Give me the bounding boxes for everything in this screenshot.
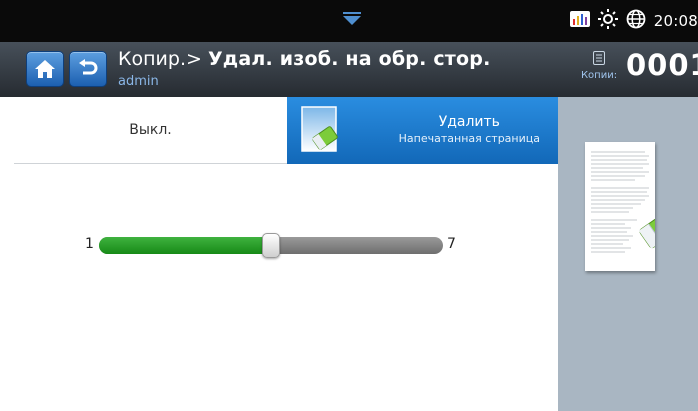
page-preview: [585, 142, 655, 271]
globe-icon: [626, 9, 646, 33]
home-icon: [35, 60, 55, 78]
option-delete-label: Удалить: [438, 114, 500, 130]
copies-indicator: Копии:: [569, 50, 629, 81]
option-delete-sublabel: Напечатанная страница: [398, 132, 540, 145]
erase-page-icon: [301, 106, 338, 152]
home-button[interactable]: [26, 51, 64, 87]
level-slider-handle[interactable]: [262, 233, 280, 258]
level-slider-track[interactable]: [99, 233, 443, 258]
copies-label: Копии:: [580, 70, 618, 81]
back-arrow-icon: [79, 59, 98, 75]
sun-icon: [597, 9, 618, 33]
eraser-icon: [638, 211, 655, 249]
copies-icon: [593, 51, 605, 65]
status-bar: 20:08: [0, 0, 698, 42]
level-slider-fill: [99, 237, 271, 254]
slider-min-label: 1: [85, 236, 94, 252]
title-header: Копир.> Удал. изоб. на обр. стор. admin …: [0, 42, 698, 97]
current-function-title: Удал. изоб. на обр. стор.: [207, 48, 491, 70]
clock-time: 20:08: [653, 12, 698, 30]
slider-max-label: 7: [447, 236, 456, 252]
option-off-label: Выкл.: [129, 122, 172, 138]
breadcrumb: Копир.>: [118, 48, 202, 70]
preview-panel: [558, 97, 698, 411]
page-title: Копир.> Удал. изоб. на обр. стор.: [118, 48, 491, 70]
copies-count[interactable]: 0001: [626, 48, 698, 82]
user-name: admin: [118, 74, 159, 89]
option-off-button[interactable]: Выкл.: [14, 97, 287, 164]
back-button[interactable]: [69, 51, 107, 87]
signal-bars-icon: [569, 11, 590, 31]
option-delete-button[interactable]: Удалить Напечатанная страница: [287, 97, 558, 164]
pull-down-icon[interactable]: [341, 12, 363, 32]
